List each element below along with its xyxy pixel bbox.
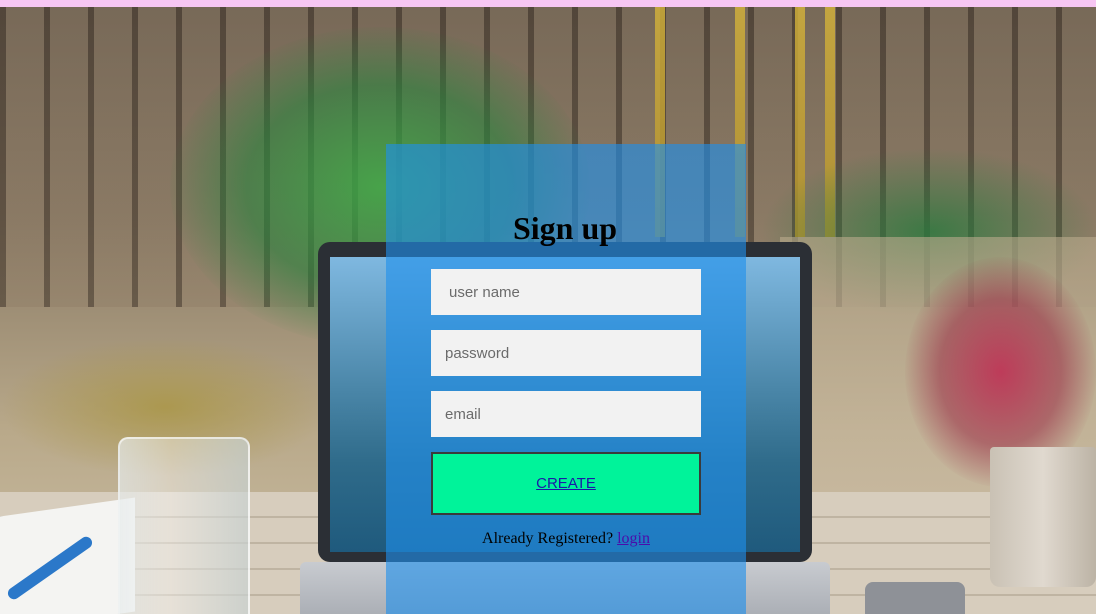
login-link[interactable]: login xyxy=(617,530,650,547)
already-registered-text: Already Registered? xyxy=(482,530,614,547)
flower-pot xyxy=(990,447,1096,587)
phone xyxy=(865,582,965,614)
password-input[interactable] xyxy=(431,330,701,376)
water-glass xyxy=(118,437,250,614)
create-button[interactable]: CREATE xyxy=(431,452,701,515)
already-registered: Already Registered? login xyxy=(386,528,746,550)
signup-title: Sign up xyxy=(512,210,618,246)
top-bar xyxy=(0,0,1096,7)
username-input[interactable] xyxy=(431,269,701,315)
email-input[interactable] xyxy=(431,391,701,437)
